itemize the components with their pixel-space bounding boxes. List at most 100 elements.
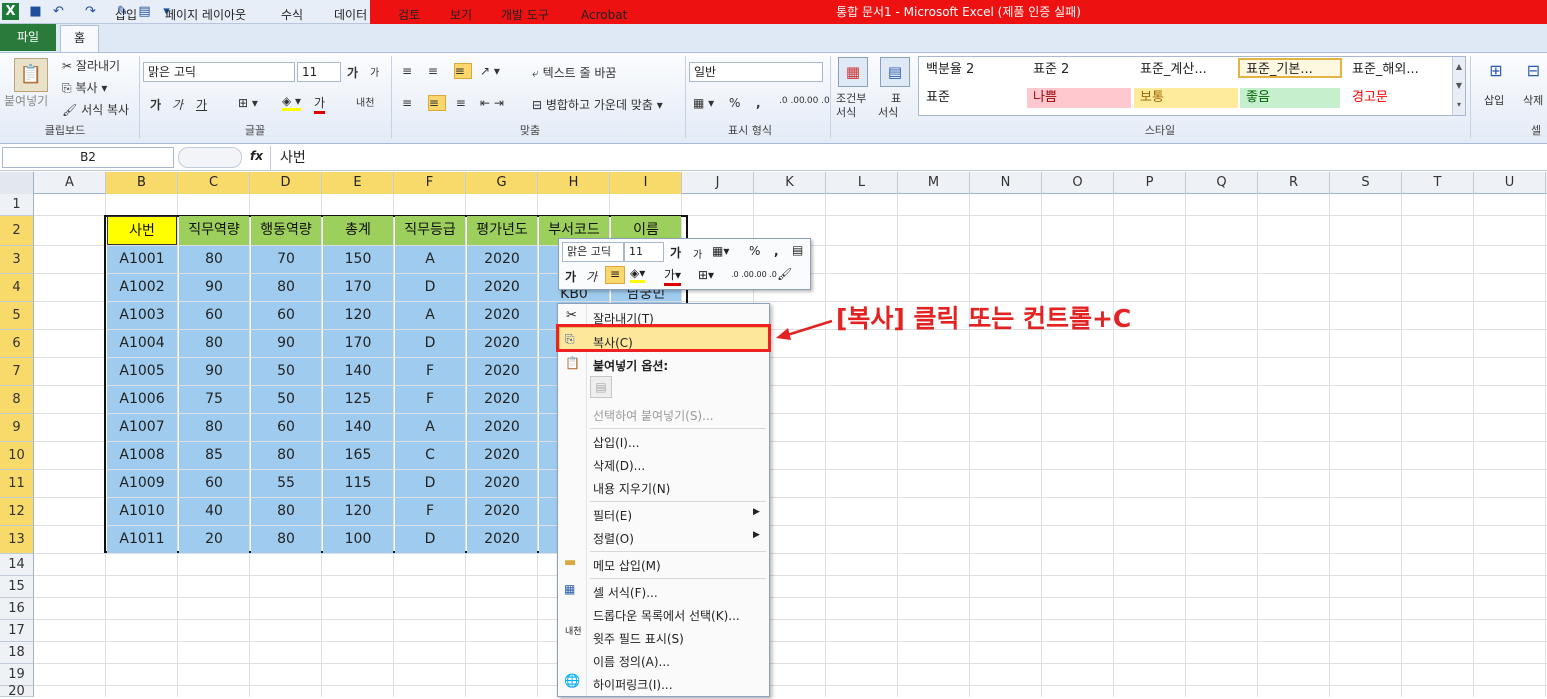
table-cell[interactable]: A1010 (107, 498, 177, 525)
horizontal-align-icons[interactable]: ≡ ≡ ≡ (402, 95, 472, 111)
table-cell[interactable]: 80 (251, 526, 321, 553)
table-cell[interactable]: 2020 (467, 302, 537, 329)
menu-hyperlink[interactable]: 하이퍼링크(I)... (593, 676, 673, 693)
conditional-format-line2[interactable]: 서식 (836, 104, 856, 120)
column-header-o[interactable]: O (1042, 172, 1114, 194)
mini-border-icon[interactable]: ⊞▾ (698, 268, 714, 282)
row-header-19[interactable]: 19 (0, 664, 34, 686)
table-cell[interactable]: 2020 (467, 246, 537, 273)
table-cell[interactable]: 60 (179, 302, 249, 329)
vertical-align-icons[interactable]: ≡ ≡ ≡ (402, 63, 472, 79)
table-cell[interactable]: A1006 (107, 386, 177, 413)
row-header-11[interactable]: 11 (0, 470, 34, 498)
row-header-6[interactable]: 6 (0, 330, 34, 358)
delete-cells-icon[interactable]: ⊟ (1520, 58, 1547, 84)
style-good[interactable]: 좋음 (1240, 88, 1340, 108)
font-color-button[interactable]: 가 (314, 94, 326, 114)
mini-increase-decimal-icon[interactable]: .0 .00 (731, 270, 754, 279)
tab-acrobat[interactable]: Acrobat (577, 5, 631, 26)
format-painter-button[interactable]: 🖌 서식 복사 (62, 101, 129, 118)
row-header-7[interactable]: 7 (0, 358, 34, 386)
font-name-combo[interactable]: 맑은 고딕 (143, 62, 295, 82)
row-header-9[interactable]: 9 (0, 414, 34, 442)
row-header-20[interactable]: 20 (0, 685, 34, 698)
column-header-m[interactable]: M (898, 172, 970, 194)
wrap-text-button[interactable]: ⤶ 텍스트 줄 바꿈 (532, 64, 616, 81)
table-cell[interactable]: 150 (323, 246, 393, 273)
table-cell[interactable]: A (395, 246, 465, 273)
italic-button[interactable]: 가 (172, 96, 183, 113)
name-box[interactable]: B2 (2, 147, 174, 168)
row-header-10[interactable]: 10 (0, 442, 34, 470)
paste-button[interactable]: 붙여넣기 (4, 92, 48, 109)
mini-grow-font-icon[interactable]: 가 (670, 244, 681, 261)
menu-insert-comment[interactable]: 메모 삽입(M) (593, 557, 661, 574)
table-cell[interactable]: D (395, 274, 465, 301)
indent-icons[interactable]: ⇤ ⇥ (480, 96, 504, 110)
column-header-i[interactable]: I (610, 172, 682, 194)
menu-define-name[interactable]: 이름 정의(A)... (593, 653, 670, 670)
table-cell[interactable]: D (395, 470, 465, 497)
table-cell[interactable]: 2020 (467, 498, 537, 525)
style-standard-calc[interactable]: 표준_계산... (1134, 60, 1238, 80)
table-cell[interactable]: 80 (179, 414, 249, 441)
cut-button[interactable]: ✂ 잘라내기 (62, 57, 120, 74)
mini-italic-icon[interactable]: 가 (586, 268, 597, 285)
column-header-f[interactable]: F (394, 172, 466, 194)
column-header-h[interactable]: H (538, 172, 610, 194)
column-header-k[interactable]: K (754, 172, 826, 194)
table-cell[interactable]: 90 (251, 330, 321, 357)
column-header-d[interactable]: D (250, 172, 322, 194)
table-cell[interactable]: A (395, 302, 465, 329)
table-cell[interactable]: 120 (323, 302, 393, 329)
table-cell[interactable]: A1009 (107, 470, 177, 497)
table-cell[interactable]: 70 (251, 246, 321, 273)
row-header-1[interactable]: 1 (0, 194, 34, 216)
border-icon[interactable]: ⊞ ▾ (238, 96, 258, 110)
increase-decimal-button[interactable]: .0 .00 (779, 96, 805, 106)
table-cell[interactable]: 60 (251, 414, 321, 441)
table-header-cell[interactable]: 행동역량 (251, 216, 321, 245)
row-header-3[interactable]: 3 (0, 246, 34, 274)
orientation-icon[interactable]: ↗ ▾ (480, 64, 500, 78)
style-warning[interactable]: 경고문 (1346, 88, 1450, 108)
table-cell[interactable]: A1003 (107, 302, 177, 329)
column-header-l[interactable]: L (826, 172, 898, 194)
tab-formulas[interactable]: 수식 (277, 5, 307, 26)
column-header-b[interactable]: B (106, 172, 178, 194)
conditional-format-icon[interactable]: ▦ (838, 57, 868, 87)
table-cell[interactable]: 80 (251, 274, 321, 301)
table-cell[interactable]: 170 (323, 274, 393, 301)
table-cell[interactable]: 2020 (467, 442, 537, 469)
table-cell[interactable]: F (395, 498, 465, 525)
formula-bar-splitter[interactable] (178, 147, 242, 168)
column-header-r[interactable]: R (1258, 172, 1330, 194)
insert-cells-button[interactable]: 삽입 (1484, 92, 1504, 108)
mini-font-color-icon[interactable]: 가▾ (664, 266, 682, 286)
row-header-15[interactable]: 15 (0, 576, 34, 598)
tab-file[interactable]: 파일 (0, 24, 56, 51)
style-standard-overseas[interactable]: 표준_해외... (1346, 60, 1450, 80)
column-header-s[interactable]: S (1330, 172, 1402, 194)
delete-cells-button[interactable]: 삭제 (1523, 92, 1543, 108)
mini-font-combo[interactable]: 맑은 고딕 (562, 242, 624, 262)
table-cell[interactable]: A1005 (107, 358, 177, 385)
row-header-8[interactable]: 8 (0, 386, 34, 414)
mini-center-align-icon[interactable]: ≡ (605, 266, 625, 284)
column-header-n[interactable]: N (970, 172, 1042, 194)
table-cell[interactable]: 2020 (467, 386, 537, 413)
table-cell[interactable]: 140 (323, 358, 393, 385)
comma-button[interactable]: , (756, 96, 761, 110)
row-header-18[interactable]: 18 (0, 642, 34, 664)
table-cell[interactable]: A1001 (107, 246, 177, 273)
fill-color-icon[interactable]: ◈ ▾ (282, 94, 302, 111)
menu-insert[interactable]: 삽입(I)... (593, 434, 639, 451)
table-cell[interactable]: 75 (179, 386, 249, 413)
style-bad[interactable]: 나쁨 (1027, 88, 1131, 108)
menu-paste-special[interactable]: 선택하여 붙여넣기(S)... (593, 407, 714, 424)
column-header-j[interactable]: J (682, 172, 754, 194)
table-cell[interactable]: 60 (251, 302, 321, 329)
table-cell[interactable]: 165 (323, 442, 393, 469)
table-cell[interactable]: 2020 (467, 526, 537, 553)
tab-page-layout[interactable]: 페이지 레이아웃 (161, 5, 250, 26)
